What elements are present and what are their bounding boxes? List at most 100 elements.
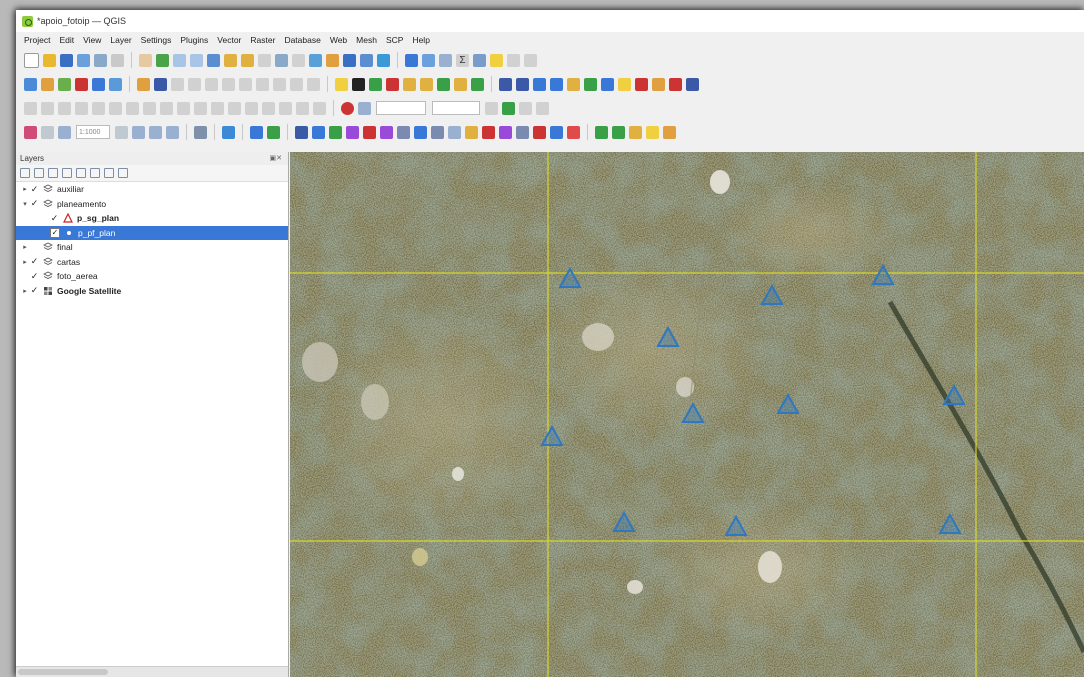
scp-postprocess-icon[interactable] — [686, 77, 699, 91]
simplify-feature-icon[interactable] — [109, 101, 122, 115]
copy-features-icon[interactable] — [256, 77, 269, 91]
menu-database[interactable]: Database — [284, 35, 320, 45]
scp-classification-icon[interactable] — [550, 77, 563, 91]
field-calculator-icon[interactable] — [439, 53, 452, 67]
show-hide-labels-icon[interactable] — [386, 77, 399, 91]
add-ring-icon[interactable] — [126, 101, 139, 115]
zoom-next-icon[interactable] — [292, 53, 305, 67]
text-annotation-icon[interactable] — [507, 53, 520, 67]
zoom-full-icon[interactable] — [207, 53, 220, 67]
callout-tool-icon[interactable] — [471, 77, 484, 91]
move-label-icon[interactable] — [403, 77, 416, 91]
layer-row[interactable]: ✓ p_pf_plan — [16, 225, 288, 240]
menu-edit[interactable]: Edit — [59, 35, 74, 45]
layout-manager-icon[interactable] — [111, 53, 124, 67]
scp-stretch-icon[interactable] — [132, 125, 145, 139]
reshape-icon[interactable] — [211, 101, 224, 115]
highlight-label-icon[interactable] — [369, 77, 382, 91]
scp-download-icon[interactable] — [652, 77, 665, 91]
graphical-modeler-icon[interactable] — [267, 125, 280, 139]
menu-raster[interactable]: Raster — [250, 35, 275, 45]
manage-themes-icon[interactable] — [48, 168, 58, 178]
undo-icon[interactable] — [290, 77, 303, 91]
add-regular-polygon-icon[interactable] — [397, 125, 410, 139]
layer-row[interactable]: ✓ foto_aerea — [16, 269, 288, 284]
add-curve-icon[interactable] — [431, 125, 444, 139]
enable-tracing-icon[interactable] — [24, 101, 37, 115]
add-rectangle-icon[interactable] — [363, 125, 376, 139]
add-spatialite-icon[interactable] — [92, 77, 105, 91]
scale-feature-icon[interactable] — [92, 101, 105, 115]
add-raster-layer-icon[interactable] — [58, 77, 71, 91]
deselect-icon[interactable] — [519, 101, 532, 115]
float-close-icon[interactable]: ▣✕ — [270, 154, 282, 162]
add-point-icon[interactable] — [312, 125, 325, 139]
filter-expression-icon[interactable] — [76, 168, 86, 178]
scale-combo[interactable] — [376, 101, 426, 115]
print-layout-icon[interactable] — [94, 53, 107, 67]
add-wms-layer-icon[interactable] — [75, 77, 88, 91]
zoom-native-icon[interactable] — [258, 53, 271, 67]
add-feature-icon[interactable] — [188, 77, 201, 91]
menu-scp[interactable]: SCP — [386, 35, 403, 45]
split-features-icon[interactable] — [245, 101, 258, 115]
fill-ring-icon[interactable] — [160, 101, 173, 115]
select-by-value-icon[interactable] — [485, 101, 498, 115]
layer-row[interactable]: ▸ ✓ auxiliar — [16, 182, 288, 197]
zoom-last-icon[interactable] — [275, 53, 288, 67]
cut-features-icon[interactable] — [239, 77, 252, 91]
menu-help[interactable]: Help — [412, 35, 429, 45]
scp-band-icon[interactable] — [58, 125, 71, 139]
zoom-out-icon[interactable] — [190, 53, 203, 67]
scrollbar-thumb[interactable] — [18, 669, 108, 675]
new-project-icon[interactable] — [24, 52, 39, 68]
layer-visibility-checkbox[interactable]: ✓ — [30, 184, 39, 195]
pan-hand-icon[interactable] — [139, 53, 152, 67]
current-edits-icon[interactable] — [137, 77, 150, 91]
expand-toggle-icon[interactable]: ▸ — [20, 287, 30, 295]
plugin-d-icon[interactable] — [646, 125, 659, 139]
scp-tool-green-icon[interactable] — [502, 101, 515, 115]
add-circle-icon[interactable] — [346, 125, 359, 139]
expand-toggle-icon[interactable]: ▾ — [20, 200, 30, 208]
scp-settings-icon[interactable] — [635, 77, 648, 91]
scp-tools-icon[interactable] — [618, 77, 631, 91]
measure-angle-icon[interactable] — [536, 101, 549, 115]
menu-view[interactable]: View — [83, 35, 101, 45]
plugin-a-icon[interactable] — [595, 125, 608, 139]
select-features-icon[interactable] — [222, 125, 235, 139]
scp-plot-icon[interactable] — [601, 77, 614, 91]
collapse-all-icon[interactable] — [104, 168, 114, 178]
toggle-editing-pencil-icon[interactable] — [154, 77, 167, 91]
layer-visibility-checkbox[interactable]: ✓ — [50, 227, 60, 238]
zoom-to-layer-icon[interactable] — [241, 53, 254, 67]
scp-preprocess-icon[interactable] — [669, 77, 682, 91]
regular-polygon-icon[interactable] — [550, 125, 563, 139]
merge-attributes-icon[interactable] — [296, 101, 309, 115]
scp-grid-icon[interactable] — [194, 125, 207, 139]
expand-toggle-icon[interactable]: ▸ — [20, 243, 30, 251]
georeferencer-icon[interactable] — [341, 101, 354, 115]
data-source-manager-icon[interactable] — [24, 77, 37, 91]
layer-row[interactable]: ✓ p_sg_plan — [16, 211, 288, 226]
shape-digitizing-icon[interactable] — [465, 125, 478, 139]
zoom-to-selection-icon[interactable] — [224, 53, 237, 67]
statistics-sigma-icon[interactable]: Σ — [456, 53, 469, 67]
add-spline-icon[interactable] — [448, 125, 461, 139]
plugin-c-icon[interactable] — [629, 125, 642, 139]
open-layer-styling-icon[interactable] — [20, 168, 30, 178]
diagram-tool-icon[interactable] — [454, 77, 467, 91]
rotate-feature-icon[interactable] — [75, 101, 88, 115]
label-tool-icon[interactable] — [335, 77, 348, 91]
layer-visibility-checkbox[interactable]: ✓ — [30, 198, 39, 209]
delete-selected-icon[interactable] — [222, 77, 235, 91]
show-bookmarks-icon[interactable] — [360, 53, 373, 67]
layer-visibility-checkbox[interactable]: ✓ — [50, 213, 59, 224]
open-attribute-table-icon[interactable] — [422, 53, 435, 67]
decorations-icon[interactable] — [524, 53, 537, 67]
paste-features-icon[interactable] — [273, 77, 286, 91]
layer-visibility-checkbox[interactable]: ✓ — [30, 285, 39, 296]
layer-visibility-checkbox[interactable]: ✓ — [30, 256, 39, 267]
mesh-tool-icon[interactable] — [358, 101, 371, 115]
label-pin-icon[interactable] — [352, 77, 365, 91]
